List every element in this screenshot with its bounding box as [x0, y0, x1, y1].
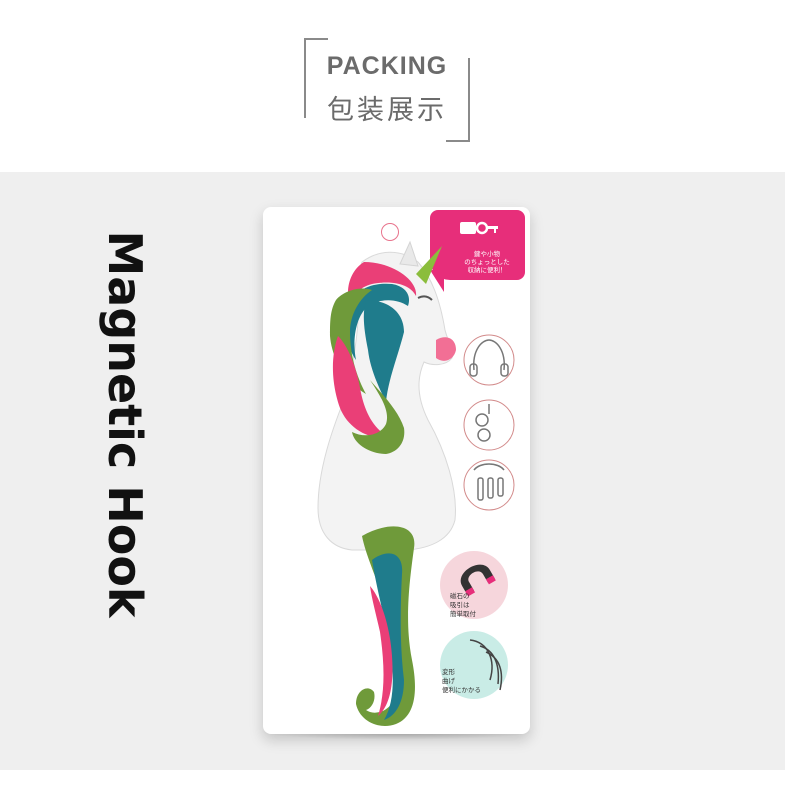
glasses-icon	[463, 399, 515, 451]
key-icon	[460, 221, 498, 235]
keys-icon	[463, 459, 515, 511]
product-title: Magnetic Hook	[98, 230, 152, 618]
headphones-icon	[463, 334, 515, 386]
unicorn-tail	[356, 526, 415, 726]
bend-feature-text: 変形 曲げ 便利にかかる	[442, 668, 481, 694]
magnet-feature-text: 磁石の 吸引は 簡単取付	[450, 592, 476, 618]
